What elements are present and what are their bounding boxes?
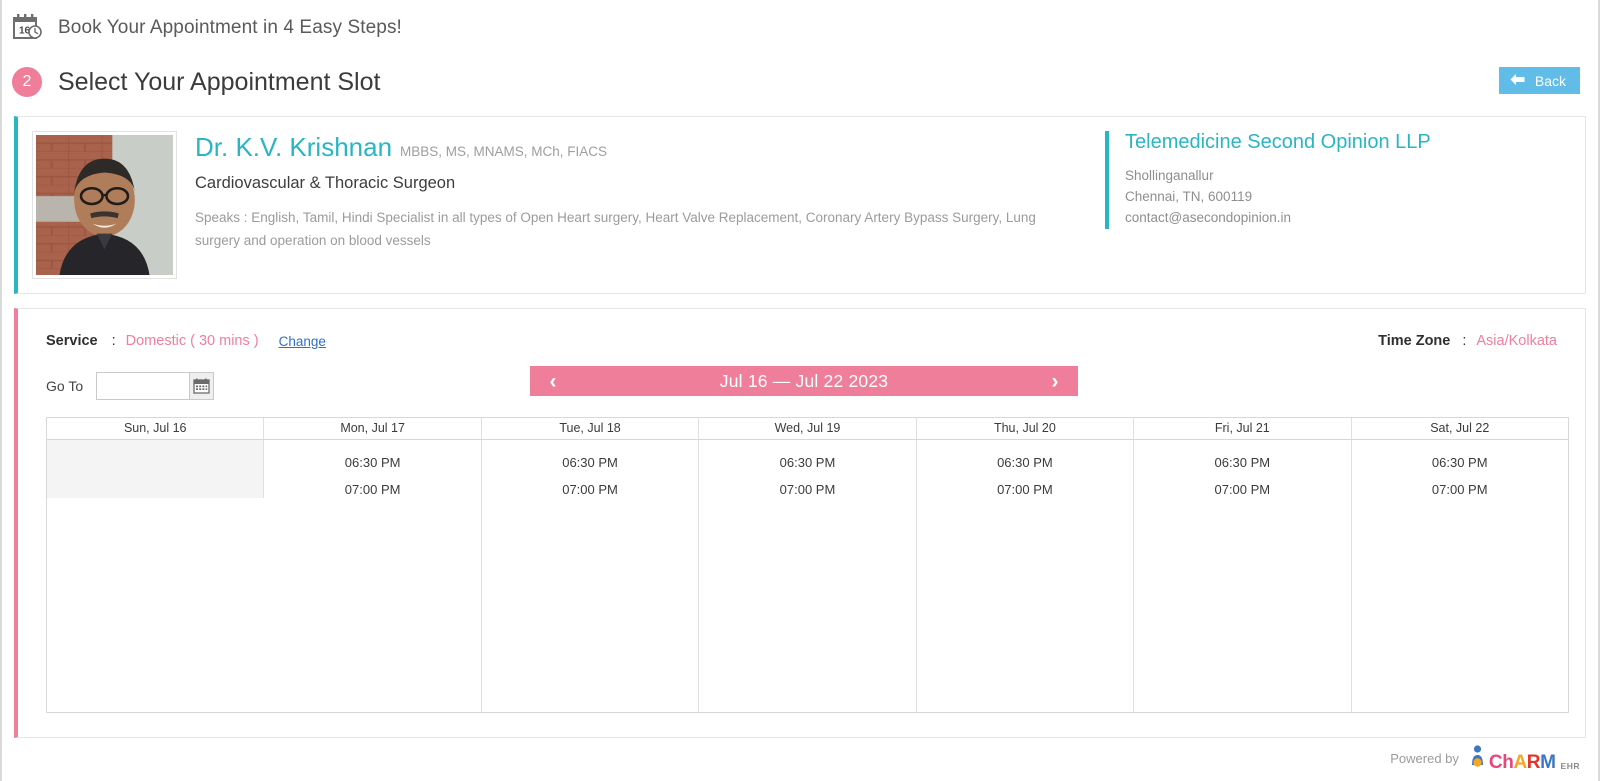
clinic-name: Telemedicine Second Opinion LLP <box>1125 131 1431 153</box>
charm-ehr-logo: ChARM EHR <box>1469 744 1580 772</box>
charm-logo-m: M <box>1540 751 1556 773</box>
timezone-colon: : <box>1462 333 1467 349</box>
step-row: 2 Select Your Appointment Slot Back <box>2 56 1598 108</box>
powered-by-label: Powered by <box>1390 750 1459 766</box>
slots-column: 06:30 PM 07:00 PM <box>482 440 700 712</box>
slots-table-body: 06:30 PM 07:00 PM 06:30 PM 07:00 PM 06:30 PM… <box>47 440 1568 712</box>
back-button[interactable]: Back <box>1498 67 1580 94</box>
clinic-address-line2: Chennai, TN, 600119 <box>1125 188 1253 204</box>
week-navigator: ‹ Jul 16 — Jul 22 2023 › <box>530 366 1078 396</box>
service-value: Domestic ( 30 mins ) <box>125 333 259 349</box>
chevron-left-icon[interactable]: ‹ <box>542 371 564 392</box>
page-footer: Powered by ChARM EHR <box>2 735 1598 781</box>
chevron-right-icon[interactable]: › <box>1044 371 1066 392</box>
doctor-photo-frame <box>32 131 177 279</box>
slots-column-header: Fri, Jul 21 <box>1134 418 1352 439</box>
service-colon: : <box>111 333 116 349</box>
back-button-label: Back <box>1534 72 1566 89</box>
time-slot[interactable]: 07:00 PM <box>264 476 480 503</box>
time-slot[interactable]: 07:00 PM <box>917 476 1133 503</box>
step-number-badge: 2 <box>12 67 42 97</box>
doctor-name-line: Dr. K.V. Krishnan MBBS, MS, MNAMS, MCh, … <box>195 133 1077 162</box>
slots-column-header: Wed, Jul 19 <box>699 418 917 439</box>
goto-date-field[interactable] <box>96 372 215 400</box>
timezone-block: Time Zone : Asia/Kolkata <box>1378 333 1567 349</box>
clinic-email: contact@asecondopinion.in <box>1125 209 1292 225</box>
slots-column-header: Thu, Jul 20 <box>917 418 1135 439</box>
slots-column-unavailable <box>47 440 265 498</box>
calendar-clock-icon: 16 <box>10 11 44 45</box>
service-row: Service : Domestic ( 30 mins ) Change Ti… <box>32 323 1571 357</box>
charm-person-icon <box>1469 744 1486 772</box>
time-slot[interactable]: 06:30 PM <box>917 449 1133 476</box>
week-range-label: Jul 16 — Jul 22 2023 <box>719 370 889 391</box>
doctor-qualifications: MBBS, MS, MNAMS, MCh, FIACS <box>400 144 608 159</box>
slots-column-header: Sun, Jul 16 <box>47 418 265 439</box>
slots-table-header: Sun, Jul 16 Mon, Jul 17 Tue, Jul 18 Wed, Ju… <box>47 418 1568 440</box>
doctor-about: Speaks : English, Tamil, Hindi Specialis… <box>195 209 1036 248</box>
charm-logo-ch: Ch <box>1488 751 1514 773</box>
charm-wordmark: ChARM <box>1489 753 1556 772</box>
doctor-photo <box>36 135 173 275</box>
change-service-link[interactable]: Change <box>279 334 326 349</box>
clinic-info: Telemedicine Second Opinion LLP Sholling… <box>1105 131 1585 229</box>
charm-logo-a: A <box>1513 751 1527 773</box>
time-slot[interactable]: 07:00 PM <box>482 476 698 503</box>
service-label: Service <box>46 333 98 349</box>
slots-column-header: Mon, Jul 17 <box>264 418 482 439</box>
time-slot[interactable]: 07:00 PM <box>699 476 915 503</box>
doctor-info: Dr. K.V. Krishnan MBBS, MS, MNAMS, MCh, … <box>177 131 1077 279</box>
time-slot[interactable]: 06:30 PM <box>1134 449 1350 476</box>
clinic-address-line1: Shollinganallur <box>1125 168 1214 183</box>
timezone-label: Time Zone <box>1378 333 1451 349</box>
charm-logo-r: R <box>1526 751 1541 773</box>
page-header: 16 Book Your Appointment in 4 Easy Steps… <box>2 0 1598 56</box>
charm-logo-ehr: EHR <box>1560 760 1580 771</box>
slots-column-header: Tue, Jul 18 <box>482 418 700 439</box>
slots-column: 06:30 PM 07:00 PM <box>1352 440 1568 712</box>
time-slot[interactable]: 06:30 PM <box>264 449 480 476</box>
page-header-title: Book Your Appointment in 4 Easy Steps! <box>58 17 402 38</box>
timezone-value: Asia/Kolkata <box>1476 333 1557 349</box>
slots-column: 06:30 PM 07:00 PM <box>917 440 1135 712</box>
page-title: Select Your Appointment Slot <box>58 67 381 96</box>
time-slot[interactable]: 07:00 PM <box>1352 476 1568 503</box>
calendar-picker-icon[interactable] <box>189 373 214 399</box>
appointment-booking-page: 16 Book Your Appointment in 4 Easy Steps… <box>0 0 1600 781</box>
slot-selection-panel: Service : Domestic ( 30 mins ) Change Ti… <box>14 308 1586 738</box>
slots-column: 06:30 PM 07:00 PM <box>699 440 917 712</box>
slots-column: 06:30 PM 07:00 PM <box>1134 440 1352 712</box>
time-slot[interactable]: 06:30 PM <box>482 449 698 476</box>
doctor-specialty: Cardiovascular & Thoracic Surgeon <box>195 173 456 192</box>
time-slot[interactable]: 06:30 PM <box>1352 449 1568 476</box>
slots-column-header: Sat, Jul 22 <box>1430 421 1490 435</box>
doctor-card: Dr. K.V. Krishnan MBBS, MS, MNAMS, MCh, … <box>14 116 1586 294</box>
slots-column: 06:30 PM 07:00 PM <box>264 440 482 712</box>
week-navigation-row: Go To ‹ Jul 16 — Jul 22 2023 › <box>32 357 1571 405</box>
arrow-left-icon <box>1509 73 1526 89</box>
doctor-name: Dr. K.V. Krishnan <box>195 132 393 162</box>
goto-date-input[interactable] <box>97 373 190 399</box>
goto-label: Go To <box>46 378 84 394</box>
slots-table: Sun, Jul 16 Mon, Jul 17 Tue, Jul 18 Wed, Ju… <box>46 417 1569 713</box>
time-slot[interactable]: 07:00 PM <box>1134 476 1350 503</box>
time-slot[interactable]: 06:30 PM <box>699 449 915 476</box>
